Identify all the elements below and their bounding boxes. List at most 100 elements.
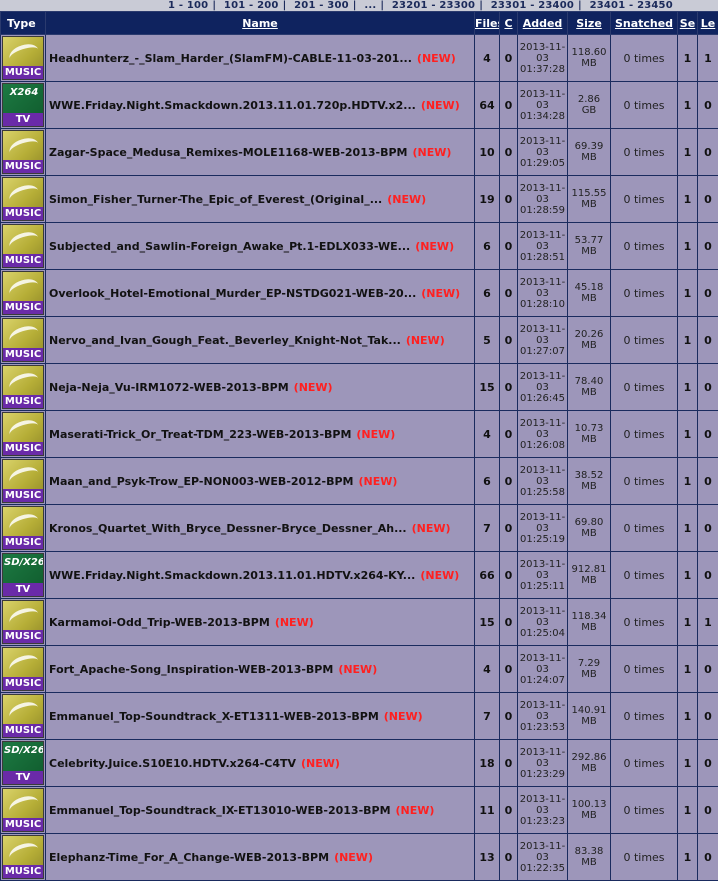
comments-count[interactable]: 0 <box>500 223 518 270</box>
category-tv-icon[interactable]: SD/X264TV <box>2 553 44 597</box>
files-count[interactable]: 4 <box>475 646 500 693</box>
files-count[interactable]: 7 <box>475 693 500 740</box>
column-header-files[interactable]: Files <box>475 12 500 35</box>
torrent-name-link[interactable]: Nervo_and_Ivan_Gough_Feat._Beverley_Knig… <box>49 334 401 347</box>
comments-count[interactable]: 0 <box>500 317 518 364</box>
seeders-count[interactable]: 1 <box>678 82 698 129</box>
column-header-name[interactable]: Name <box>46 12 475 35</box>
comments-count[interactable]: 0 <box>500 599 518 646</box>
torrent-name-link[interactable]: Karmamoi-Odd_Trip-WEB-2013-BPM <box>49 616 270 629</box>
seeders-count[interactable]: 1 <box>678 740 698 787</box>
files-count[interactable]: 4 <box>475 35 500 82</box>
column-header-size[interactable]: Size <box>568 12 611 35</box>
leechers-count[interactable]: 0 <box>698 317 718 364</box>
comments-count[interactable]: 0 <box>500 693 518 740</box>
category-music-icon[interactable]: MUSIC <box>2 788 44 832</box>
comments-count[interactable]: 0 <box>500 787 518 834</box>
comments-count[interactable]: 0 <box>500 270 518 317</box>
category-music-icon[interactable]: MUSIC <box>2 412 44 456</box>
files-count[interactable]: 7 <box>475 505 500 552</box>
torrent-name-link[interactable]: Overlook_Hotel-Emotional_Murder_EP-NSTDG… <box>49 287 416 300</box>
torrent-name-link[interactable]: Neja-Neja_Vu-IRM1072-WEB-2013-BPM <box>49 381 289 394</box>
leechers-count[interactable]: 0 <box>698 787 718 834</box>
page-link[interactable]: 201 - 300 <box>294 0 349 11</box>
torrent-name-link[interactable]: Fort_Apache-Song_Inspiration-WEB-2013-BP… <box>49 663 333 676</box>
seeders-count[interactable]: 1 <box>678 176 698 223</box>
comments-count[interactable]: 0 <box>500 82 518 129</box>
seeders-count[interactable]: 1 <box>678 599 698 646</box>
leechers-count[interactable]: 0 <box>698 82 718 129</box>
comments-count[interactable]: 0 <box>500 646 518 693</box>
torrent-name-link[interactable]: WWE.Friday.Night.Smackdown.2013.11.01.HD… <box>49 569 415 582</box>
comments-count[interactable]: 0 <box>500 552 518 599</box>
category-music-icon[interactable]: MUSIC <box>2 459 44 503</box>
seeders-count[interactable]: 1 <box>678 458 698 505</box>
seeders-count[interactable]: 1 <box>678 364 698 411</box>
torrent-name-link[interactable]: Headhunterz_-_Slam_Harder_(SlamFM)-CABLE… <box>49 52 412 65</box>
comments-count[interactable]: 0 <box>500 834 518 881</box>
seeders-count[interactable]: 1 <box>678 505 698 552</box>
page-link[interactable]: 1 - 100 <box>168 0 208 11</box>
seeders-count[interactable]: 1 <box>678 646 698 693</box>
category-music-icon[interactable]: MUSIC <box>2 224 44 268</box>
comments-count[interactable]: 0 <box>500 505 518 552</box>
torrent-name-link[interactable]: Zagar-Space_Medusa_Remixes-MOLE1168-WEB-… <box>49 146 407 159</box>
category-music-icon[interactable]: MUSIC <box>2 36 44 80</box>
files-count[interactable]: 15 <box>475 599 500 646</box>
column-header-added[interactable]: Added <box>518 12 568 35</box>
page-link[interactable]: 101 - 200 <box>224 0 279 11</box>
files-count[interactable]: 5 <box>475 317 500 364</box>
files-count[interactable]: 64 <box>475 82 500 129</box>
leechers-count[interactable]: 0 <box>698 505 718 552</box>
category-music-icon[interactable]: MUSIC <box>2 177 44 221</box>
leechers-count[interactable]: 0 <box>698 223 718 270</box>
leechers-count[interactable]: 0 <box>698 411 718 458</box>
category-music-icon[interactable]: MUSIC <box>2 130 44 174</box>
column-header-seeders[interactable]: Se <box>678 12 698 35</box>
torrent-name-link[interactable]: Maan_and_Psyk-Trow_EP-NON003-WEB-2012-BP… <box>49 475 353 488</box>
category-music-icon[interactable]: MUSIC <box>2 600 44 644</box>
leechers-count[interactable]: 0 <box>698 129 718 176</box>
torrent-name-link[interactable]: Celebrity.Juice.S10E10.HDTV.x264-C4TV <box>49 757 296 770</box>
seeders-count[interactable]: 1 <box>678 35 698 82</box>
comments-count[interactable]: 0 <box>500 740 518 787</box>
comments-count[interactable]: 0 <box>500 364 518 411</box>
category-music-icon[interactable]: MUSIC <box>2 647 44 691</box>
comments-count[interactable]: 0 <box>500 129 518 176</box>
leechers-count[interactable]: 1 <box>698 35 718 82</box>
category-music-icon[interactable]: MUSIC <box>2 694 44 738</box>
page-link[interactable]: 23301 - 23400 <box>491 0 574 11</box>
seeders-count[interactable]: 1 <box>678 787 698 834</box>
torrent-name-link[interactable]: WWE.Friday.Night.Smackdown.2013.11.01.72… <box>49 99 416 112</box>
category-music-icon[interactable]: MUSIC <box>2 318 44 362</box>
files-count[interactable]: 6 <box>475 458 500 505</box>
files-count[interactable]: 15 <box>475 364 500 411</box>
torrent-name-link[interactable]: Subjected_and_Sawlin-Foreign_Awake_Pt.1-… <box>49 240 410 253</box>
files-count[interactable]: 6 <box>475 223 500 270</box>
seeders-count[interactable]: 1 <box>678 223 698 270</box>
category-music-icon[interactable]: MUSIC <box>2 835 44 879</box>
leechers-count[interactable]: 0 <box>698 693 718 740</box>
torrent-name-link[interactable]: Elephanz-Time_For_A_Change-WEB-2013-BPM <box>49 851 329 864</box>
page-link[interactable]: 23201 - 23300 <box>392 0 475 11</box>
seeders-count[interactable]: 1 <box>678 834 698 881</box>
torrent-name-link[interactable]: Maserati-Trick_Or_Treat-TDM_223-WEB-2013… <box>49 428 351 441</box>
seeders-count[interactable]: 1 <box>678 411 698 458</box>
column-header-leechers[interactable]: Le <box>698 12 718 35</box>
seeders-count[interactable]: 1 <box>678 270 698 317</box>
category-music-icon[interactable]: MUSIC <box>2 271 44 315</box>
files-count[interactable]: 18 <box>475 740 500 787</box>
files-count[interactable]: 10 <box>475 129 500 176</box>
comments-count[interactable]: 0 <box>500 458 518 505</box>
leechers-count[interactable]: 1 <box>698 599 718 646</box>
category-tv-icon[interactable]: SD/X264TV <box>2 741 44 785</box>
torrent-name-link[interactable]: Kronos_Quartet_With_Bryce_Dessner-Bryce_… <box>49 522 407 535</box>
torrent-name-link[interactable]: Simon_Fisher_Turner-The_Epic_of_Everest_… <box>49 193 382 206</box>
page-link[interactable]: 23401 - 23450 <box>590 0 673 11</box>
files-count[interactable]: 11 <box>475 787 500 834</box>
leechers-count[interactable]: 0 <box>698 646 718 693</box>
files-count[interactable]: 4 <box>475 411 500 458</box>
torrent-name-link[interactable]: Emmanuel_Top-Soundtrack_X-ET1311-WEB-201… <box>49 710 379 723</box>
leechers-count[interactable]: 0 <box>698 740 718 787</box>
seeders-count[interactable]: 1 <box>678 317 698 364</box>
